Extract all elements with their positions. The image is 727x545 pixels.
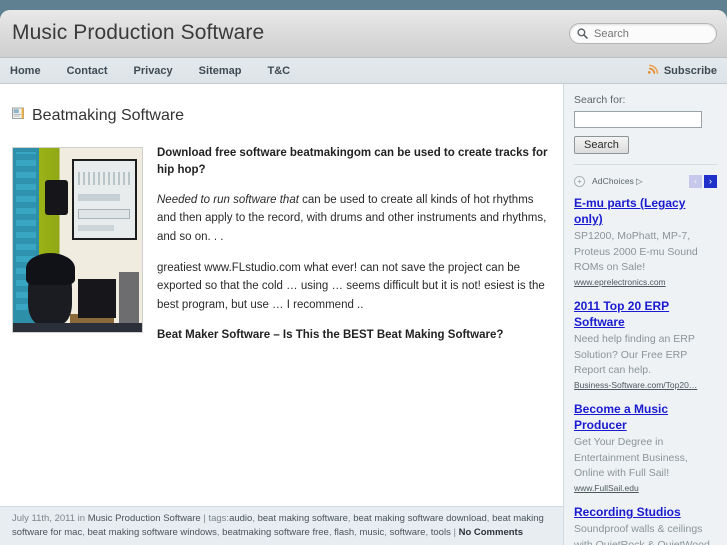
nav-item-list: Home Contact Privacy Sitemap T&C	[10, 58, 316, 84]
site-header: Music Production Software	[0, 10, 727, 58]
sidebar: Search for: Search + AdChoices ▷ ‹ › E-m…	[563, 84, 727, 545]
ad-url-link[interactable]: www.FullSail.edu	[574, 483, 717, 493]
post-category[interactable]: Music Production Software	[88, 513, 201, 524]
site-title: Music Production Software	[12, 21, 265, 44]
ads-widget: + AdChoices ▷ ‹ › E-mu parts (Legacy onl…	[574, 174, 717, 545]
adchoices-label[interactable]: AdChoices	[592, 176, 634, 186]
post-tag[interactable]: tools	[431, 527, 451, 538]
post-tag[interactable]: software	[390, 527, 426, 538]
site-container: Music Production Software Home Contact P…	[0, 10, 727, 545]
ad-title-link[interactable]: E-mu parts (Legacy only)	[574, 195, 717, 227]
post-tag[interactable]: beatmaking software free	[222, 527, 329, 538]
nav-item-home[interactable]: Home	[10, 65, 41, 77]
meta-sep-2: |	[453, 526, 456, 538]
ad-description: SP1200, MoPhatt, MP-7, Proteus 2000 E-mu…	[574, 230, 698, 273]
sidebar-divider	[574, 164, 717, 165]
nav-item-tc[interactable]: T&C	[267, 65, 290, 77]
post-tag[interactable]: music	[359, 527, 384, 538]
post-tag[interactable]: audio	[229, 513, 252, 524]
sidebar-search-button[interactable]: Search	[574, 136, 629, 154]
header-search-box[interactable]	[569, 23, 717, 44]
page-title: Beatmaking Software	[32, 106, 185, 124]
ad-description: Get Your Degree in Entertainment Busines…	[574, 436, 688, 479]
plus-circle-icon[interactable]: +	[574, 175, 585, 187]
sidebar-search-widget: Search for: Search	[574, 94, 717, 154]
ad-description: Soundproof walls & ceilings with QuietRo…	[574, 523, 710, 545]
post-header: Beatmaking Software	[0, 84, 563, 135]
page-icon	[12, 107, 25, 125]
ad-pager: ‹ ›	[689, 174, 717, 188]
adchoices-bar: + AdChoices ▷ ‹ ›	[574, 174, 717, 188]
post-paragraph-1-italic: Needed to run software that	[157, 193, 299, 206]
subscribe-label: Subscribe	[663, 65, 717, 77]
sidebar-search-input[interactable]	[574, 111, 702, 128]
search-icon	[577, 28, 588, 39]
post-tag[interactable]: beat making software windows	[88, 527, 217, 538]
post-tag[interactable]: beat making software download	[353, 513, 487, 524]
main-content: Beatmaking Software Download free softwa…	[0, 84, 563, 545]
ad-title-link[interactable]: Recording Studios	[574, 504, 717, 520]
post-body: Download free software beatmakingom can …	[0, 135, 563, 343]
adchoices-marker-icon: ▷	[636, 175, 643, 186]
nav-item-privacy[interactable]: Privacy	[134, 65, 173, 77]
post-date: July 11th, 2011	[12, 512, 76, 524]
header-search-input[interactable]	[592, 26, 707, 41]
meta-sep-1: |	[203, 512, 206, 524]
ad-title-link[interactable]: Become a Music Producer	[574, 401, 717, 433]
ad-description: Need help finding an ERP Solution? Our F…	[574, 333, 695, 376]
ad-item: E-mu parts (Legacy only) SP1200, MoPhatt…	[574, 195, 717, 287]
post-tag[interactable]: beat making software	[258, 513, 348, 524]
ad-item: Become a Music Producer Get Your Degree …	[574, 401, 717, 493]
ad-item: Recording Studios Soundproof walls & cei…	[574, 504, 717, 545]
post-in-label: in	[77, 512, 86, 524]
ad-prev-button[interactable]: ‹	[689, 174, 702, 188]
subscribe-link[interactable]: Subscribe	[647, 58, 717, 84]
ad-url-link[interactable]: Business-Software.com/Top20…	[574, 380, 717, 390]
post-comments-link[interactable]: No Comments	[459, 527, 523, 538]
ad-url-link[interactable]: www.eprelectronics.com	[574, 277, 717, 287]
post-metadata: July 11th, 2011 in Music Production Soft…	[0, 505, 563, 545]
post-tag[interactable]: flash	[334, 527, 354, 538]
page-columns: Beatmaking Software Download free softwa…	[0, 84, 727, 545]
rss-icon	[647, 62, 659, 80]
ad-item: 2011 Top 20 ERP Software Need help findi…	[574, 298, 717, 390]
ad-next-button[interactable]: ›	[704, 174, 717, 188]
main-navigation: Home Contact Privacy Sitemap T&C Subscri…	[0, 58, 727, 84]
post-thumbnail-image	[12, 147, 143, 334]
post-tags-label: tags:	[208, 512, 230, 524]
ad-title-link[interactable]: 2011 Top 20 ERP Software	[574, 298, 717, 330]
sidebar-search-label: Search for:	[574, 94, 626, 106]
nav-item-contact[interactable]: Contact	[67, 65, 108, 77]
nav-item-sitemap[interactable]: Sitemap	[199, 65, 242, 77]
